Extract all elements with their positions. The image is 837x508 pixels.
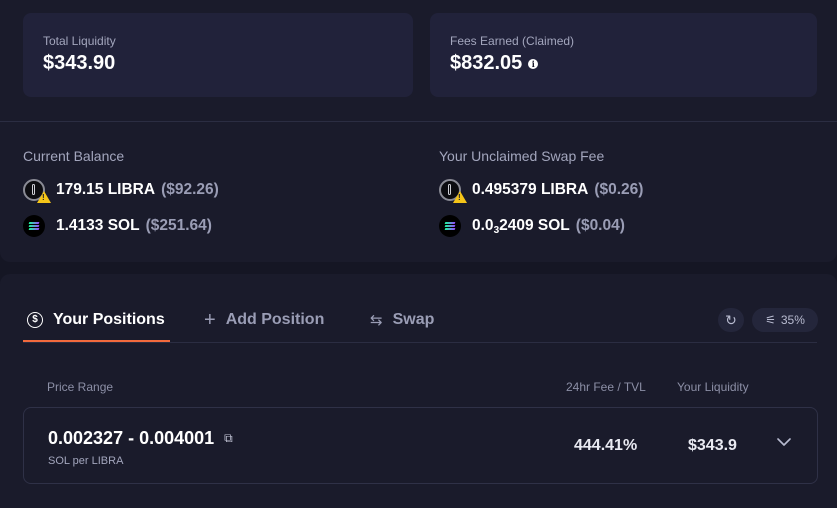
fee-usd: ($0.04): [575, 217, 625, 234]
fees-earned-card: Fees Earned (Claimed) $832.05 i: [430, 13, 817, 97]
sol-token-icon: [439, 215, 461, 237]
unclaimed-fee-libra: 0.495379 LIBRA ($0.26): [439, 179, 644, 203]
column-header-price-range: Price Range: [47, 380, 114, 394]
sliders-icon: ⚟: [765, 313, 776, 327]
total-liquidity-value: $343.90: [43, 52, 115, 75]
refresh-button[interactable]: ↻: [718, 308, 744, 332]
dollar-coin-icon: $: [27, 312, 43, 328]
price-range-value: 0.002327 - 0.004001: [48, 428, 215, 448]
plus-icon: +: [204, 309, 216, 331]
fee-amount-prefix: 0.0: [472, 216, 494, 234]
total-liquidity-amount: $343.90: [43, 52, 116, 74]
refresh-icon: ↻: [725, 312, 737, 328]
tab-swap[interactable]: ⇆ Swap: [370, 310, 434, 330]
fee-amount-suffix: 2409 SOL: [499, 216, 570, 234]
sol-token-icon: [23, 215, 45, 237]
warning-icon: [37, 191, 51, 203]
section-divider: [0, 121, 837, 122]
tab-label: Your Positions: [53, 311, 165, 328]
position-row[interactable]: 0.002327 - 0.004001 ⧉ SOL per LIBRA 444.…: [23, 407, 818, 484]
current-balance-libra: 179.15 LIBRA ($92.26): [23, 179, 219, 203]
balance-usd: ($251.64): [145, 217, 212, 234]
unclaimed-fee-heading: Your Unclaimed Swap Fee: [439, 148, 605, 164]
active-tab-indicator: [23, 340, 170, 342]
slippage-button[interactable]: ⚟ 35%: [752, 308, 818, 332]
total-liquidity-label: Total Liquidity: [43, 34, 116, 48]
balance-amount: 179.15 LIBRA: [56, 181, 156, 198]
fee-usd: ($0.26): [594, 181, 644, 198]
tab-your-positions[interactable]: $ Your Positions: [27, 310, 165, 330]
liquidity-value: $343.9: [688, 437, 737, 454]
current-balance-heading: Current Balance: [23, 148, 125, 164]
fees-earned-amount: $832.05: [450, 52, 523, 74]
warning-icon: [453, 191, 467, 203]
tab-label: Add Position: [225, 311, 325, 328]
unclaimed-fee-sol: 0.032409 SOL ($0.04): [439, 215, 625, 237]
balance-amount: 1.4133 SOL: [56, 217, 140, 234]
price-range-unit: SOL per LIBRA: [48, 455, 124, 467]
tab-label: Swap: [392, 311, 435, 328]
fees-earned-label: Fees Earned (Claimed): [450, 34, 575, 48]
column-header-fee-tvl: 24hr Fee / TVL: [566, 380, 646, 394]
tabs-divider: [23, 342, 817, 343]
overview-panel: Total Liquidity $343.90 Fees Earned (Cla…: [0, 0, 837, 262]
libra-token-icon: [439, 179, 467, 203]
fee-amount: 0.032409 SOL: [472, 217, 570, 236]
tab-add-position[interactable]: + Add Position: [204, 310, 324, 330]
slippage-value: 35%: [780, 313, 805, 327]
external-link-icon[interactable]: ⧉: [224, 431, 233, 446]
current-balance-sol: 1.4133 SOL ($251.64): [23, 215, 212, 237]
balance-usd: ($92.26): [161, 181, 219, 198]
libra-token-icon: [23, 179, 51, 203]
info-icon[interactable]: i: [528, 58, 539, 69]
swap-icon: ⇆: [370, 312, 383, 329]
total-liquidity-card: Total Liquidity $343.90: [23, 13, 413, 97]
price-range: 0.002327 - 0.004001 ⧉: [48, 428, 233, 449]
fee-tvl-value: 444.41%: [574, 437, 638, 454]
fee-amount: 0.495379 LIBRA: [472, 181, 589, 198]
column-header-liquidity: Your Liquidity: [677, 380, 749, 394]
chevron-down-icon[interactable]: [777, 435, 791, 449]
fees-earned-value: $832.05 i: [450, 52, 539, 75]
